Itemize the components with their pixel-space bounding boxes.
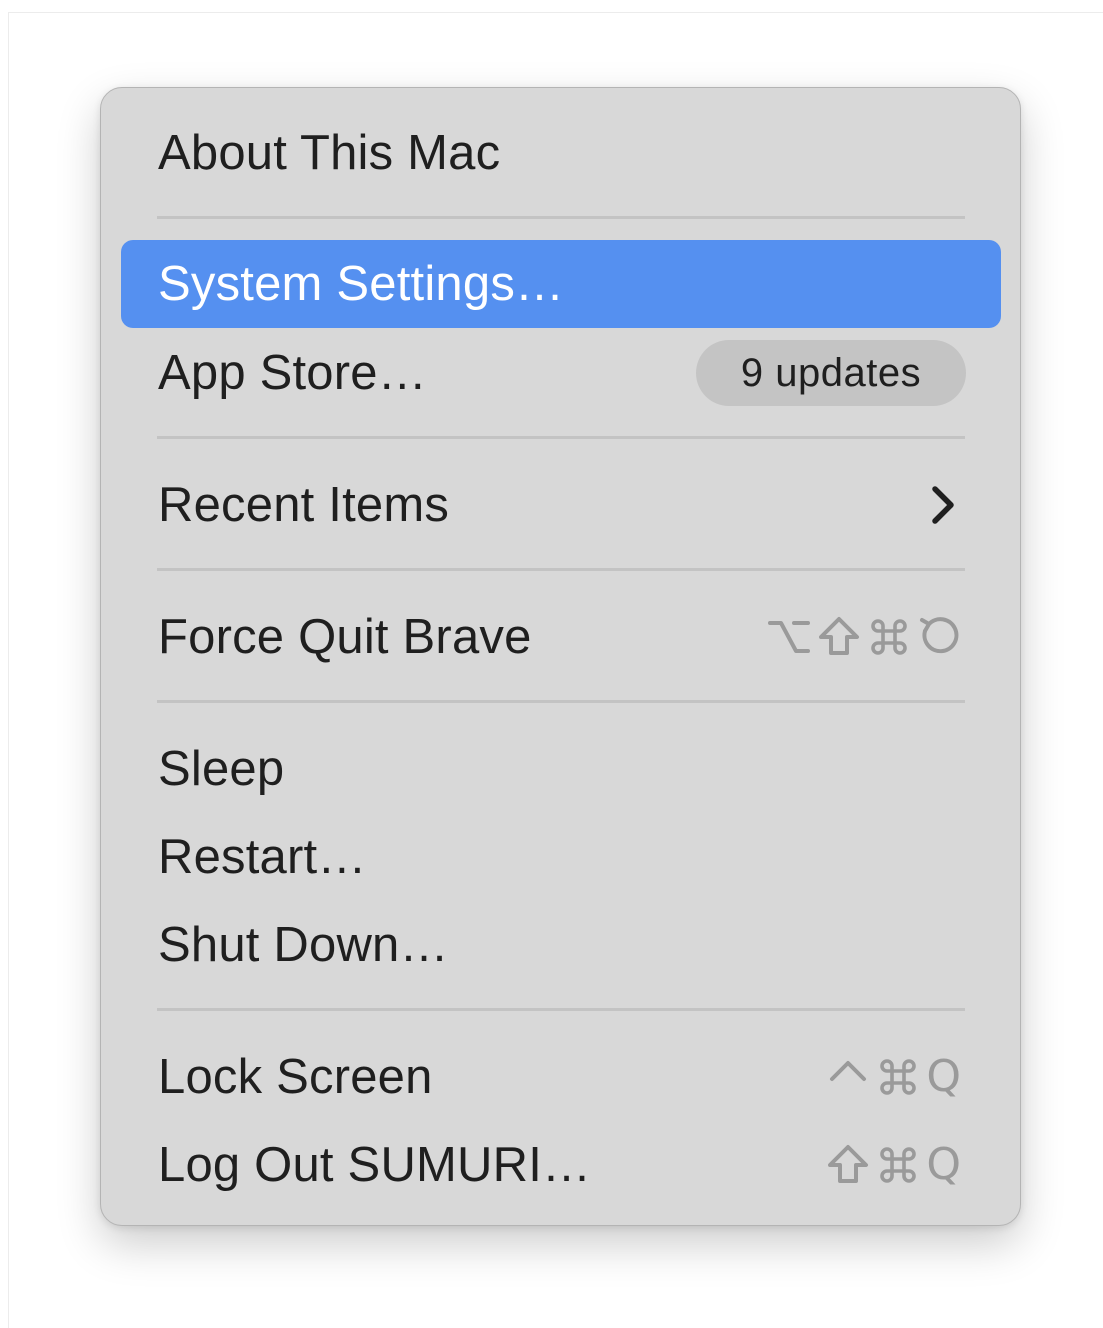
menu-item-label: Lock Screen bbox=[158, 1050, 433, 1104]
menu-item-system-settings[interactable]: System Settings… bbox=[121, 240, 1001, 328]
menu-separator bbox=[157, 436, 965, 439]
menu-item-label: Force Quit Brave bbox=[158, 610, 532, 664]
menu-item-label: Sleep bbox=[158, 742, 285, 796]
menu-item-log-out[interactable]: Log Out SUMURI… Q bbox=[121, 1121, 1001, 1209]
menu-item-restart[interactable]: Restart… bbox=[121, 813, 1001, 901]
option-key-icon bbox=[768, 621, 810, 653]
menu-separator bbox=[157, 700, 965, 703]
control-key-icon bbox=[830, 1061, 867, 1081]
apple-menu: About This Mac System Settings… App Stor… bbox=[100, 87, 1021, 1226]
menu-item-label: Log Out SUMURI… bbox=[158, 1138, 592, 1192]
shift-key-icon bbox=[819, 617, 859, 655]
menu-separator bbox=[157, 216, 965, 219]
command-key-icon bbox=[880, 1147, 917, 1183]
force-quit-shortcut bbox=[767, 615, 961, 659]
menu-item-shut-down[interactable]: Shut Down… bbox=[121, 901, 1001, 989]
menu-item-recent-items[interactable]: Recent Items bbox=[121, 461, 1001, 549]
menu-item-label: Shut Down… bbox=[158, 918, 449, 972]
escape-key-icon bbox=[920, 617, 959, 654]
q-key-label: Q bbox=[926, 1051, 961, 1102]
menu-item-label: Recent Items bbox=[158, 478, 450, 532]
updates-badge: 9 updates bbox=[696, 340, 966, 406]
command-key-icon bbox=[871, 619, 907, 655]
shift-key-icon bbox=[828, 1145, 869, 1183]
chevron-right-icon bbox=[932, 486, 954, 524]
menu-item-label: System Settings… bbox=[158, 257, 565, 311]
menu-separator bbox=[157, 1008, 965, 1011]
menu-item-label: About This Mac bbox=[158, 126, 501, 180]
log-out-shortcut: Q bbox=[826, 1143, 961, 1187]
menu-item-label: App Store… bbox=[158, 346, 427, 400]
q-key-label: Q bbox=[926, 1139, 961, 1190]
menu-separator bbox=[157, 568, 965, 571]
menu-item-sleep[interactable]: Sleep bbox=[121, 725, 1001, 813]
lock-screen-shortcut: Q bbox=[826, 1055, 961, 1099]
menu-item-lock-screen[interactable]: Lock Screen Q bbox=[121, 1033, 1001, 1121]
menu-item-force-quit[interactable]: Force Quit Brave bbox=[121, 593, 1001, 681]
menu-item-about-this-mac[interactable]: About This Mac bbox=[121, 109, 1001, 197]
command-key-icon bbox=[880, 1059, 917, 1095]
menu-item-label: Restart… bbox=[158, 830, 367, 884]
menu-item-app-store[interactable]: App Store… 9 updates bbox=[121, 329, 1001, 417]
